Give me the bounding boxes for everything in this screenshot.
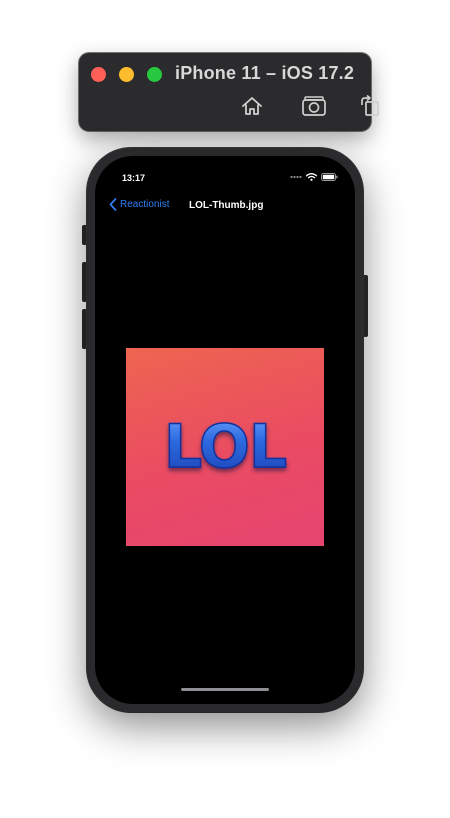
nav-title: LOL-Thumb.jpg (189, 200, 264, 211)
camera-icon (302, 96, 326, 116)
zoom-window-button[interactable] (147, 67, 162, 82)
battery-icon (321, 173, 338, 181)
device-screen: 13:17 Reactionist LOL-Thumb.jpg LOL (95, 156, 355, 704)
rotate-button[interactable] (357, 94, 383, 118)
back-button-label: Reactionist (120, 199, 170, 210)
simulator-title: iPhone 11 – iOS 17.2 (175, 63, 355, 83)
chevron-left-icon (109, 198, 117, 211)
image-preview: LOL (126, 348, 324, 546)
back-button[interactable]: Reactionist (109, 198, 169, 211)
minimize-window-button[interactable] (119, 67, 134, 82)
simulator-toolbar: iPhone 11 – iOS 17.2 (79, 53, 379, 131)
close-window-button[interactable] (91, 67, 106, 82)
home-icon (242, 97, 262, 115)
home-button[interactable] (239, 94, 265, 118)
status-icons (290, 173, 338, 181)
status-time: 13:17 (122, 173, 146, 183)
wifi-icon (306, 173, 317, 181)
screenshot-button[interactable] (301, 94, 327, 118)
home-indicator[interactable] (181, 688, 269, 691)
image-lol-text: LOL (126, 411, 324, 483)
power-button (363, 275, 368, 337)
simulator-stage: iPhone 11 – iOS 17.2 13:17 Reactionist L… (0, 0, 450, 818)
rotate-icon (361, 95, 379, 116)
cellular-dots-icon (290, 175, 302, 179)
